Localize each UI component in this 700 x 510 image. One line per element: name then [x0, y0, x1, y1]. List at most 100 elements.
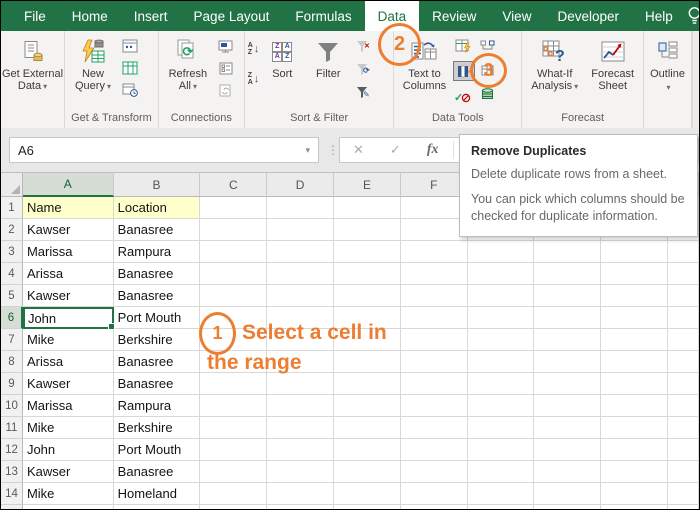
tab-insert[interactable]: Insert [121, 1, 181, 31]
cell-partial9[interactable] [668, 373, 699, 395]
cell-A14[interactable]: Mike [22, 483, 114, 505]
cell-partial6[interactable] [668, 307, 699, 329]
sort-ascending-icon[interactable]: A Z ↓ [248, 39, 260, 59]
cell-G5[interactable] [467, 285, 535, 307]
cell-G8[interactable] [467, 351, 535, 373]
name-box[interactable]: A6 ▾ [9, 137, 319, 163]
col-header-F[interactable]: F [400, 173, 468, 197]
tab-home[interactable]: Home [59, 1, 121, 31]
properties-icon[interactable] [216, 59, 236, 77]
cell-B13[interactable]: Banasree [113, 461, 201, 483]
tab-file[interactable]: File [11, 1, 59, 31]
tab-formulas[interactable]: Formulas [282, 1, 364, 31]
cell-F10[interactable] [400, 395, 468, 417]
cell-G12[interactable] [467, 439, 535, 461]
from-table-icon[interactable] [120, 59, 140, 77]
cell-B2[interactable]: Banasree [113, 219, 201, 241]
col-header-B[interactable]: B [113, 173, 201, 197]
cell-A12[interactable]: John [22, 439, 114, 461]
cell-F12[interactable] [400, 439, 468, 461]
cell-A6[interactable]: John [22, 307, 115, 330]
cell-E13[interactable] [334, 461, 401, 483]
col-header-E[interactable]: E [334, 173, 401, 197]
outline-button[interactable]: Outline ▾ [648, 35, 687, 95]
recent-sources-icon[interactable] [120, 81, 140, 99]
tab-view[interactable]: View [489, 1, 544, 31]
cell-E2[interactable] [334, 219, 401, 241]
cell-G9[interactable] [467, 373, 535, 395]
row-header-8[interactable]: 8 [1, 351, 23, 373]
tab-developer[interactable]: Developer [544, 1, 632, 31]
cell-F4[interactable] [400, 263, 468, 285]
cell-A10[interactable]: Marissa [22, 395, 114, 417]
lightbulb-icon[interactable] [686, 5, 699, 27]
cell-partial5[interactable] [668, 285, 699, 307]
cell-I11[interactable] [601, 417, 669, 439]
sort-descending-icon[interactable]: Z A ↓ [248, 69, 260, 89]
row-header-2[interactable]: 2 [1, 219, 23, 241]
row-header-3[interactable]: 3 [1, 241, 23, 263]
cell-partial12[interactable] [668, 439, 699, 461]
cell-I9[interactable] [601, 373, 669, 395]
cell-partial10[interactable] [668, 395, 699, 417]
cell-D12[interactable] [267, 439, 335, 461]
cell-G6[interactable] [467, 307, 535, 329]
cell-C2[interactable] [200, 219, 268, 241]
cell-C13[interactable] [200, 461, 268, 483]
enter-icon[interactable]: ✓ [377, 142, 414, 158]
cell-A13[interactable]: Kawser [22, 461, 114, 483]
cell-H12[interactable] [534, 439, 602, 461]
name-box-dropdown-icon[interactable]: ▾ [305, 145, 310, 156]
cell-G14[interactable] [467, 483, 535, 505]
cell-F11[interactable] [400, 417, 468, 439]
tab-review[interactable]: Review [419, 1, 489, 31]
cell-H6[interactable] [534, 307, 602, 329]
cell-I4[interactable] [601, 263, 669, 285]
cell-F6[interactable] [400, 307, 468, 329]
cell-I6[interactable] [601, 307, 669, 329]
reapply-filter-icon[interactable]: ⟳ [353, 60, 373, 78]
cell-D3[interactable] [267, 241, 335, 263]
cell-C9[interactable] [200, 373, 268, 395]
cell-C1[interactable] [200, 197, 268, 219]
cell-E15[interactable] [334, 505, 401, 509]
cell-B1[interactable]: Location [113, 197, 201, 219]
cell-F14[interactable] [400, 483, 468, 505]
cell-H11[interactable] [534, 417, 602, 439]
cell-partial3[interactable] [668, 241, 699, 263]
cell-partial8[interactable] [668, 351, 699, 373]
row-header-15[interactable]: 15 [1, 505, 23, 509]
row-header-6[interactable]: 6 [1, 307, 23, 329]
cell-H4[interactable] [534, 263, 602, 285]
cell-A1[interactable]: Name [22, 197, 114, 219]
cell-C5[interactable] [200, 285, 268, 307]
forecast-sheet-button[interactable]: Forecast Sheet [585, 35, 641, 93]
row-header-13[interactable]: 13 [1, 461, 23, 483]
cell-A9[interactable]: Kawser [22, 373, 114, 395]
select-all-button[interactable] [1, 173, 23, 197]
cell-H10[interactable] [534, 395, 602, 417]
row-header-5[interactable]: 5 [1, 285, 23, 307]
cell-E4[interactable] [334, 263, 401, 285]
get-external-data-button[interactable]: Get External Data ▾ [1, 35, 65, 94]
cell-F13[interactable] [400, 461, 468, 483]
cell-H8[interactable] [534, 351, 602, 373]
cell-G7[interactable] [467, 329, 535, 351]
cell-partial4[interactable] [668, 263, 699, 285]
cell-D4[interactable] [267, 263, 335, 285]
cancel-icon[interactable]: ✕ [340, 142, 377, 158]
cell-A7[interactable]: Mike [22, 329, 114, 351]
cell-E10[interactable] [334, 395, 401, 417]
cell-G11[interactable] [467, 417, 535, 439]
clear-filter-icon[interactable]: ✕ [353, 37, 373, 55]
cell-G15[interactable] [467, 505, 535, 509]
cell-C14[interactable] [200, 483, 268, 505]
cell-D9[interactable] [267, 373, 335, 395]
data-validation-icon[interactable]: ✓ [453, 87, 473, 105]
cell-C15[interactable] [200, 505, 268, 509]
cell-B7[interactable]: Berkshire [113, 329, 201, 351]
cell-E14[interactable] [334, 483, 401, 505]
row-header-1[interactable]: 1 [1, 197, 23, 219]
cell-E1[interactable] [334, 197, 401, 219]
cell-D15[interactable] [267, 505, 335, 509]
